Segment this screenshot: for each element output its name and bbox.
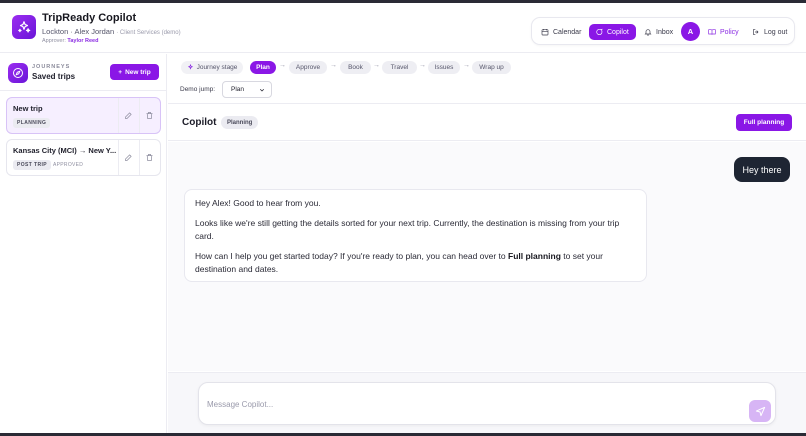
chevron-down-icon bbox=[259, 88, 265, 92]
trip-approval-status: APPROVED bbox=[53, 162, 84, 168]
avatar[interactable]: A bbox=[681, 22, 700, 41]
app-title: TripReady Copilot bbox=[42, 12, 137, 24]
trip-actions-separator bbox=[139, 140, 140, 175]
stage-approve[interactable]: Approve bbox=[289, 61, 327, 74]
assistant-line-greeting: Hey Alex! Good to hear from you. bbox=[195, 198, 321, 208]
sidebar: JOURNEYS Saved trips + New trip New trip… bbox=[0, 54, 167, 433]
trip-card-new-trip[interactable]: New trip PLANNING bbox=[6, 97, 161, 134]
sparkle-icon bbox=[187, 64, 193, 70]
nav-logout-label: Log out bbox=[764, 28, 788, 36]
demo-jump-select[interactable]: Plan bbox=[222, 81, 272, 98]
stage-travel[interactable]: Travel bbox=[382, 61, 417, 74]
stage-book[interactable]: Book bbox=[340, 61, 371, 74]
composer-area bbox=[168, 372, 806, 433]
message-input[interactable] bbox=[207, 397, 727, 411]
department: · Client Services (demo) bbox=[116, 30, 181, 36]
send-button[interactable] bbox=[749, 400, 771, 422]
nav-calendar[interactable]: Calendar bbox=[541, 24, 581, 40]
new-trip-button[interactable]: + New trip bbox=[110, 64, 159, 80]
full-planning-link[interactable]: Full planning bbox=[508, 251, 561, 261]
compass-icon bbox=[8, 63, 28, 83]
stage-arrow: → bbox=[373, 62, 380, 69]
stage-wrap-up[interactable]: Wrap up bbox=[472, 61, 511, 74]
edit-pencil-icon[interactable] bbox=[124, 111, 133, 120]
trip-status-badge: POST TRIP bbox=[13, 160, 51, 170]
demo-jump-value: Plan bbox=[231, 86, 245, 93]
assistant-message: Hey Alex! Good to hear from you. Looks l… bbox=[184, 189, 647, 282]
assistant-cta-pre: How can I help you get started today? If… bbox=[195, 250, 509, 261]
nav-copilot[interactable]: Copilot bbox=[589, 24, 636, 40]
top-nav: Calendar Copilot Inbox A Policy Log out bbox=[531, 17, 795, 45]
new-trip-label: New trip bbox=[125, 68, 151, 76]
trash-icon[interactable] bbox=[145, 111, 154, 120]
trip-actions bbox=[118, 140, 160, 175]
nav-calendar-label: Calendar bbox=[553, 28, 582, 36]
trip-status-badge: PLANNING bbox=[13, 118, 51, 128]
trip-name: Kansas City (MCI) → New Y... bbox=[13, 146, 116, 155]
sidebar-title: Saved trips bbox=[32, 72, 76, 81]
journey-stage-text: Journey stage bbox=[196, 64, 238, 71]
stage-arrow: → bbox=[279, 62, 286, 69]
trip-actions-separator bbox=[139, 98, 140, 133]
approver-label: Approver: bbox=[42, 38, 66, 44]
nav-copilot-label: Copilot bbox=[607, 28, 629, 36]
calendar-icon bbox=[541, 29, 549, 36]
stage-plan[interactable]: Plan bbox=[250, 61, 276, 74]
trip-name: New trip bbox=[13, 104, 43, 113]
nav-policy-label: Policy bbox=[720, 28, 739, 36]
trash-icon[interactable] bbox=[145, 153, 154, 162]
stage-arrow: → bbox=[330, 62, 337, 69]
sidebar-divider bbox=[0, 90, 167, 91]
copilot-title: Copilot bbox=[182, 117, 217, 128]
edit-pencil-icon[interactable] bbox=[124, 153, 133, 162]
trip-card-kansas-city[interactable]: Kansas City (MCI) → New Y... POST TRIP A… bbox=[6, 139, 161, 176]
copilot-header: Copilot Planning Full planning bbox=[168, 105, 806, 141]
demo-jump-label: Demo jump: bbox=[180, 86, 216, 93]
chat-bubble-icon bbox=[596, 28, 603, 35]
sparkle-logo-icon bbox=[12, 15, 36, 39]
composer bbox=[198, 382, 776, 425]
plus-icon: + bbox=[118, 68, 123, 76]
full-planning-button[interactable]: Full planning bbox=[736, 114, 792, 131]
journey-stage-bar: Journey stage Plan → Approve → Book → Tr… bbox=[168, 54, 806, 104]
approver-name: Taylor Reed bbox=[67, 38, 99, 44]
logout-icon bbox=[753, 29, 759, 35]
app-header: TripReady Copilot Lockton · Alex Jordan … bbox=[0, 3, 806, 53]
trip-actions bbox=[118, 98, 160, 133]
assistant-line-cta: How can I help you get started today? If… bbox=[195, 250, 636, 277]
nav-logout[interactable]: Log out bbox=[752, 24, 787, 40]
nav-inbox[interactable]: Inbox bbox=[644, 24, 673, 40]
stage-arrow: → bbox=[419, 62, 426, 69]
nav-inbox-label: Inbox bbox=[656, 28, 674, 36]
book-icon bbox=[708, 29, 716, 35]
copilot-mode-badge: Planning bbox=[221, 116, 259, 129]
stage-arrow: → bbox=[463, 62, 470, 69]
app-subtitle: Lockton · Alex Jordan · Client Services … bbox=[42, 27, 181, 36]
journey-stage-label: Journey stage bbox=[181, 61, 243, 74]
chat-thread: Hey there Hey Alex! Good to hear from yo… bbox=[168, 142, 806, 371]
approver-line: Approver: Taylor Reed bbox=[42, 38, 98, 44]
stage-issues[interactable]: Issues bbox=[428, 61, 460, 74]
org-user: Lockton · Alex Jordan bbox=[42, 27, 115, 36]
send-icon bbox=[755, 406, 765, 416]
bell-icon bbox=[644, 29, 652, 36]
sidebar-kicker: JOURNEYS bbox=[32, 64, 71, 70]
user-message: Hey there bbox=[734, 157, 790, 182]
nav-policy[interactable]: Policy bbox=[708, 24, 739, 40]
assistant-line-status: Looks like we're still getting the detai… bbox=[195, 217, 620, 242]
